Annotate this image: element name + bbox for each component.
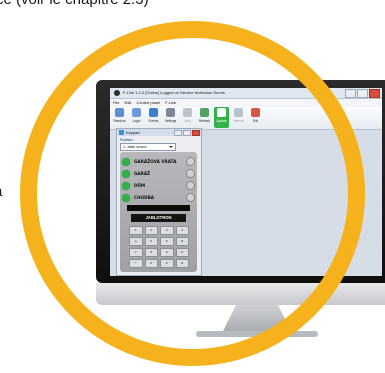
refresh-button[interactable]: Refresh [197, 107, 212, 128]
section-row: DŮM [122, 180, 195, 191]
keypad-key[interactable]: C [175, 248, 189, 257]
section-label: CHODBA [134, 195, 155, 200]
login-icon [132, 108, 141, 117]
keypad-close-button[interactable] [192, 130, 200, 136]
keypad-minimize-button[interactable] [174, 130, 182, 136]
monitor-stand [222, 305, 292, 333]
menu-bar: File Edit Control panel F-Link [110, 99, 382, 107]
section-led-icon [122, 193, 130, 202]
section-button[interactable] [186, 193, 195, 202]
side-text-line1: a [0, 183, 2, 200]
exit-icon [251, 108, 260, 117]
menu-edit[interactable]: Edit [124, 99, 131, 107]
position-label: Position: [120, 138, 134, 142]
exit-button[interactable]: Exit [248, 107, 263, 128]
keypad-key[interactable]: 6 [160, 237, 174, 246]
section-row: CHODBA [122, 192, 195, 203]
keypad-key[interactable]: 2 [144, 226, 158, 235]
keypad-title: Keypad [126, 130, 140, 135]
brand-label: JABLOTRON [131, 214, 186, 222]
keypad-key[interactable]: 3 [160, 226, 174, 235]
position-select-value: 1: Jablo school [123, 145, 147, 149]
monitor-chin [96, 283, 385, 305]
settings-button[interactable]: Settings [163, 107, 178, 128]
section-label: DŮM [134, 183, 146, 188]
keypad-device: GARÁŽOVÁ VRATA GARÁŽ DŮM CHODBA JABLOTRO… [120, 152, 197, 272]
window-titlebar: F-Link 1.2.0 [Online] Logged on Service … [110, 88, 382, 99]
update-button[interactable]: Update [214, 107, 229, 128]
keypad-key[interactable]: B [175, 237, 189, 246]
keypad-titlebar: Keypad [117, 129, 201, 136]
internet-button[interactable]: Internet [231, 107, 246, 128]
keypad-key[interactable]: # [160, 259, 174, 268]
events-icon [149, 108, 158, 117]
menu-file[interactable]: File [113, 99, 119, 107]
keypad-key[interactable]: 8 [144, 248, 158, 257]
keypad-keys: 1 2 3 A 4 5 6 B 7 8 9 C * 0 # D [129, 226, 189, 268]
window-title: F-Link 1.2.0 [Online] Logged on Service … [123, 90, 225, 95]
chevron-down-icon [169, 146, 173, 148]
keypad-key[interactable]: 9 [160, 248, 174, 257]
minimize-button[interactable] [345, 89, 356, 98]
events-button[interactable]: Events [146, 107, 161, 128]
refresh-icon [200, 108, 209, 117]
update-icon [217, 108, 226, 117]
monitor-stand-base [196, 331, 318, 337]
app-logo-icon [114, 90, 120, 96]
keypad-window-controls [174, 130, 200, 136]
keypad-key[interactable]: A [175, 226, 189, 235]
window-controls [345, 89, 380, 98]
readout-icon [115, 108, 124, 117]
keypad-key[interactable]: * [129, 259, 143, 268]
menu-f-link[interactable]: F-Link [165, 99, 176, 107]
settings-icon [166, 108, 175, 117]
section-row: GARÁŽ [122, 168, 195, 179]
monitor-screen: F-Link 1.2.0 [Online] Logged on Service … [110, 88, 382, 276]
internet-icon [234, 108, 243, 117]
login-button[interactable]: Login [129, 107, 144, 128]
keypad-display [127, 205, 190, 211]
keypad-icon [119, 130, 124, 135]
section-label: GARÁŽOVÁ VRATA [134, 159, 177, 164]
position-select[interactable]: 1: Jablo school [120, 143, 176, 151]
keypad-panel: Keypad Position: 1: Jablo school GARÁŽOV… [116, 128, 202, 276]
keypad-maximize-button[interactable] [183, 130, 191, 136]
section-button[interactable] [186, 169, 195, 178]
section-label: GARÁŽ [134, 171, 151, 176]
section-led-icon [122, 169, 130, 178]
section-button[interactable] [186, 157, 195, 166]
close-button[interactable] [369, 89, 380, 98]
section-led-icon [122, 157, 130, 166]
keypad-key[interactable]: 1 [129, 226, 143, 235]
caption-text: ce (voir le chapitre 2.3) [0, 0, 385, 8]
help-button[interactable]: Help [180, 107, 195, 128]
section-button[interactable] [186, 181, 195, 190]
keypad-key[interactable]: 4 [129, 237, 143, 246]
keypad-key[interactable]: D [175, 259, 189, 268]
maximize-button[interactable] [357, 89, 368, 98]
section-led-icon [122, 181, 130, 190]
menu-control-panel[interactable]: Control panel [136, 99, 160, 107]
keypad-key[interactable]: 0 [144, 259, 158, 268]
section-row: GARÁŽOVÁ VRATA [122, 156, 195, 167]
readout-button[interactable]: Readout [112, 107, 127, 128]
help-icon [183, 108, 192, 117]
keypad-key[interactable]: 7 [129, 248, 143, 257]
toolbar: Readout Login Events Settings Help Refre… [110, 107, 382, 130]
keypad-key[interactable]: 5 [144, 237, 158, 246]
